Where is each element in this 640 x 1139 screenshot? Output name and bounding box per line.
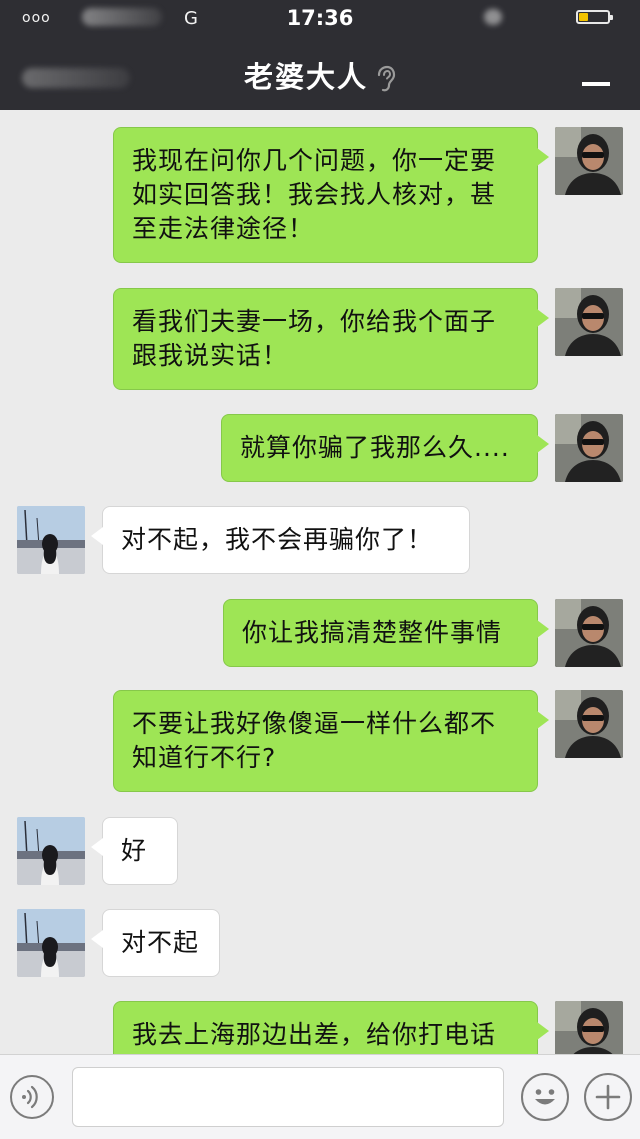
contact-avatar-image [17,909,85,977]
my-avatar[interactable] [555,599,623,667]
message-bubble-mine[interactable]: 不要让我好像傻逼一样什么都不知道行不行? [113,690,549,792]
alarm-icon [484,9,502,25]
voice-icon [12,1077,52,1117]
more-button[interactable] [584,1073,632,1121]
contact-avatar[interactable] [17,909,85,977]
my-avatar[interactable] [555,288,623,356]
message-bubble-mine[interactable]: 看我们夫妻一场，你给我个面子跟我说实话！ [113,288,549,390]
contact-avatar-image [17,817,85,885]
contact-avatar[interactable] [17,817,85,885]
my-avatar-image [555,599,623,667]
chat-title: 老婆大人 [0,54,640,96]
my-avatar-image [555,690,623,758]
my-avatar-image [555,288,623,356]
message-bubble-mine[interactable]: 你让我搞清楚整件事情 [223,599,549,667]
message-bubble-mine[interactable]: 就算你骗了我那么久.... [221,414,549,482]
plus-icon [586,1075,630,1119]
contact-avatar[interactable] [17,506,85,574]
chat-title-text: 老婆大人 [243,60,368,94]
message-bubble-contact[interactable]: 对不起 [91,909,220,977]
my-avatar[interactable] [555,127,623,195]
my-avatar[interactable] [555,1001,623,1054]
ear-icon [374,65,396,93]
message-input[interactable] [72,1067,504,1127]
chat-area[interactable]: 我现在问你几个问题，你一定要如实回答我！我会找人核对，甚至走法律途径！ 看我们夫… [0,110,640,1054]
message-bubble-contact[interactable]: 对不起，我不会再骗你了！ [91,506,470,574]
status-time: 17:36 [286,6,354,30]
my-avatar[interactable] [555,414,623,482]
message-bubble-mine[interactable]: 我去上海那边出差，给你打电话 [113,1001,549,1054]
my-avatar-image [555,127,623,195]
battery-icon [576,10,613,24]
battery-level [579,13,588,21]
status-bar: ooo G 17:36 [0,0,640,38]
input-bar [0,1054,640,1139]
emoji-button[interactable] [521,1073,569,1121]
menu-icon[interactable] [582,82,610,86]
my-avatar-image [555,1001,623,1054]
message-bubble-contact[interactable]: 好 [91,817,178,885]
voice-button[interactable] [10,1075,54,1119]
my-avatar-image [555,414,623,482]
message-bubble-mine[interactable]: 我现在问你几个问题，你一定要如实回答我！我会找人核对，甚至走法律途径！ [113,127,549,263]
top-bar: ooo G 17:36 老婆大人 [0,0,640,110]
emoji-icon [523,1075,567,1119]
my-avatar[interactable] [555,690,623,758]
contact-avatar-image [17,506,85,574]
